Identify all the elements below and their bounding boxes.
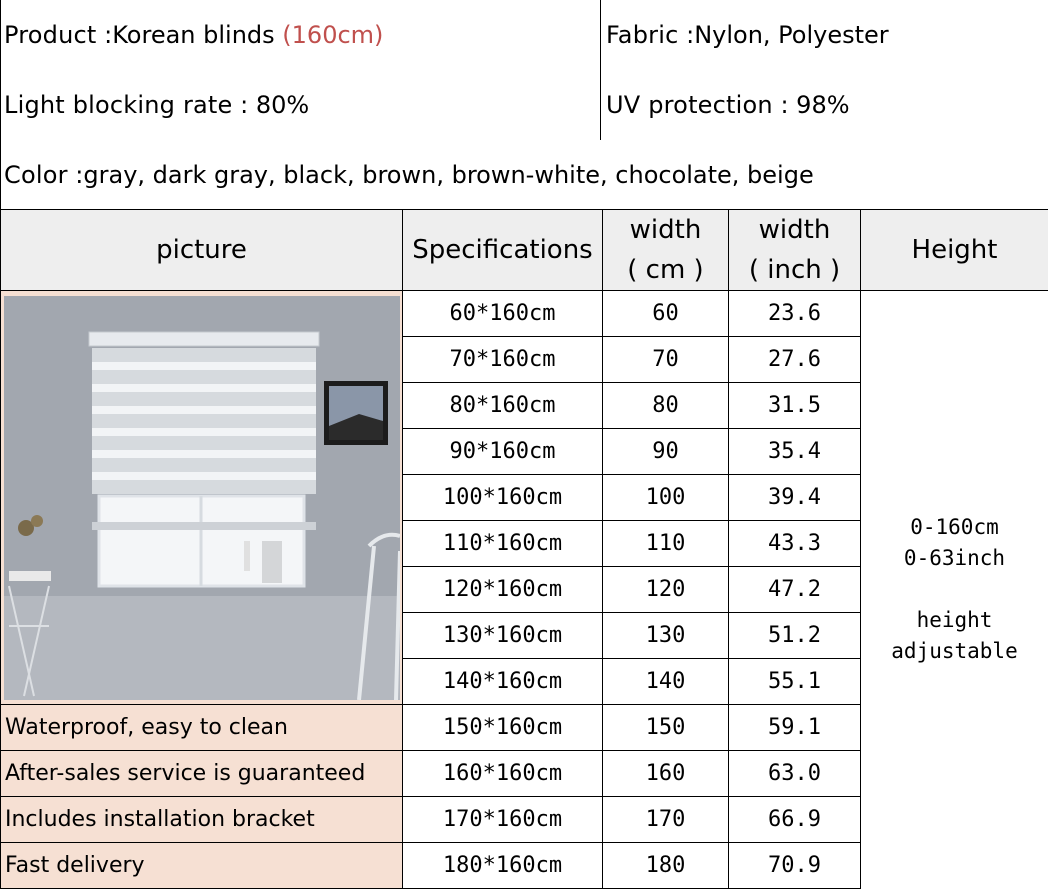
width-inch-cell: 35.4 — [729, 429, 861, 475]
height-cm: 0-160cm — [910, 515, 999, 539]
width-cm-cell: 140 — [603, 659, 729, 705]
width-cm-cell: 60 — [603, 291, 729, 337]
spec-cell: 130*160cm — [403, 613, 603, 659]
spec-cell: 170*160cm — [403, 797, 603, 843]
color-value: gray, dark gray, black, brown, brown-whi… — [83, 161, 813, 189]
color-line: Color :gray, dark gray, black, brown, br… — [4, 140, 814, 210]
product-size: (160cm) — [282, 21, 383, 49]
fabric-line: Fabric :Nylon, Polyester — [606, 0, 889, 70]
width-inch-cell: 63.0 — [729, 751, 861, 797]
width-inch-cell: 39.4 — [729, 475, 861, 521]
spec-cell: 110*160cm — [403, 521, 603, 567]
fabric-label: Fabric — [606, 21, 678, 49]
width-inch-cell: 51.2 — [729, 613, 861, 659]
header-height: Height — [861, 210, 1048, 291]
spec-cell: 120*160cm — [403, 567, 603, 613]
width-inch-cell: 47.2 — [729, 567, 861, 613]
uv-label: UV protection — [606, 91, 773, 119]
spec-cell: 150*160cm — [403, 705, 603, 751]
spec-cell: 100*160cm — [403, 475, 603, 521]
height-inch: 0-63inch — [904, 546, 1005, 570]
spec-table: picture Specifications width( cm ) width… — [0, 209, 1048, 889]
spec-cell: 70*160cm — [403, 337, 603, 383]
header-width-inch: width( inch ) — [729, 210, 861, 291]
width-inch-cell: 23.6 — [729, 291, 861, 337]
spec-cell: 60*160cm — [403, 291, 603, 337]
width-inch-cell: 43.3 — [729, 521, 861, 567]
width-cm-cell: 90 — [603, 429, 729, 475]
table-header-row: picture Specifications width( cm ) width… — [1, 210, 1048, 291]
width-cm-cell: 80 — [603, 383, 729, 429]
width-inch-cell: 27.6 — [729, 337, 861, 383]
width-cm-cell: 110 — [603, 521, 729, 567]
spec-cell: 90*160cm — [403, 429, 603, 475]
height-range-cell: 0-160cm 0-63inch height adjustable — [861, 291, 1048, 889]
header-specifications: Specifications — [403, 210, 603, 291]
width-cm-cell: 100 — [603, 475, 729, 521]
header-picture: picture — [1, 210, 403, 291]
width-cm-cell: 160 — [603, 751, 729, 797]
feature-bracket: Includes installation bracket — [1, 797, 403, 843]
table-row: 60*160cm 60 23.6 0-160cm 0-63inch height… — [1, 291, 1048, 337]
blind-product-photo — [4, 296, 400, 700]
light-value: 80% — [256, 91, 309, 119]
width-inch-cell: 70.9 — [729, 843, 861, 889]
width-cm-cell: 130 — [603, 613, 729, 659]
fabric-value: Nylon, Polyester — [694, 21, 888, 49]
feature-after-sales: After-sales service is guaranteed — [1, 751, 403, 797]
spec-cell: 80*160cm — [403, 383, 603, 429]
product-label: Product — [4, 21, 97, 49]
product-line: Product :Korean blinds (160cm) — [4, 0, 383, 70]
product-value: Korean blinds — [112, 21, 274, 49]
width-inch-cell: 55.1 — [729, 659, 861, 705]
spec-cell: 180*160cm — [403, 843, 603, 889]
width-cm-cell: 170 — [603, 797, 729, 843]
light-label: Light blocking rate — [4, 91, 233, 119]
uv-value: 98% — [796, 91, 849, 119]
spec-cell: 140*160cm — [403, 659, 603, 705]
color-label: Color — [4, 161, 68, 189]
height-note-2: adjustable — [891, 639, 1017, 663]
spec-cell: 160*160cm — [403, 751, 603, 797]
width-cm-cell: 180 — [603, 843, 729, 889]
width-cm-cell: 120 — [603, 567, 729, 613]
width-inch-cell: 59.1 — [729, 705, 861, 751]
height-note-1: height — [917, 608, 993, 632]
width-inch-cell: 31.5 — [729, 383, 861, 429]
width-inch-cell: 66.9 — [729, 797, 861, 843]
feature-waterproof: Waterproof, easy to clean — [1, 705, 403, 751]
light-blocking-line: Light blocking rate : 80% — [4, 70, 309, 140]
left-border — [0, 0, 1, 210]
feature-delivery: Fast delivery — [1, 843, 403, 889]
product-photo-cell — [1, 291, 403, 705]
header-width-cm: width( cm ) — [603, 210, 729, 291]
width-cm-cell: 150 — [603, 705, 729, 751]
uv-line: UV protection : 98% — [606, 70, 850, 140]
width-cm-cell: 70 — [603, 337, 729, 383]
info-divider — [600, 0, 601, 140]
